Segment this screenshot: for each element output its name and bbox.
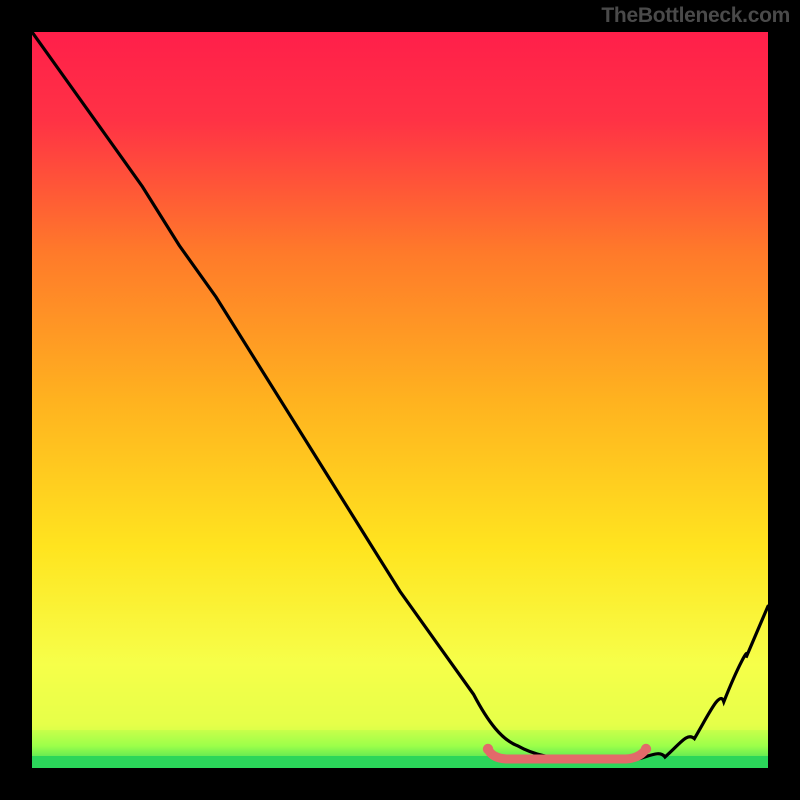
bottleneck-plot: [32, 32, 768, 768]
watermark-text: TheBottleneck.com: [601, 4, 790, 28]
green-bottom-band: [32, 756, 768, 768]
chart-stage: TheBottleneck.com: [0, 0, 800, 800]
valley-cap-dot-right: [641, 744, 651, 754]
valley-cap-dot-left: [483, 744, 493, 754]
gradient-background: [32, 32, 768, 768]
plot-frame: [32, 32, 768, 768]
yellow-band: [32, 660, 768, 730]
